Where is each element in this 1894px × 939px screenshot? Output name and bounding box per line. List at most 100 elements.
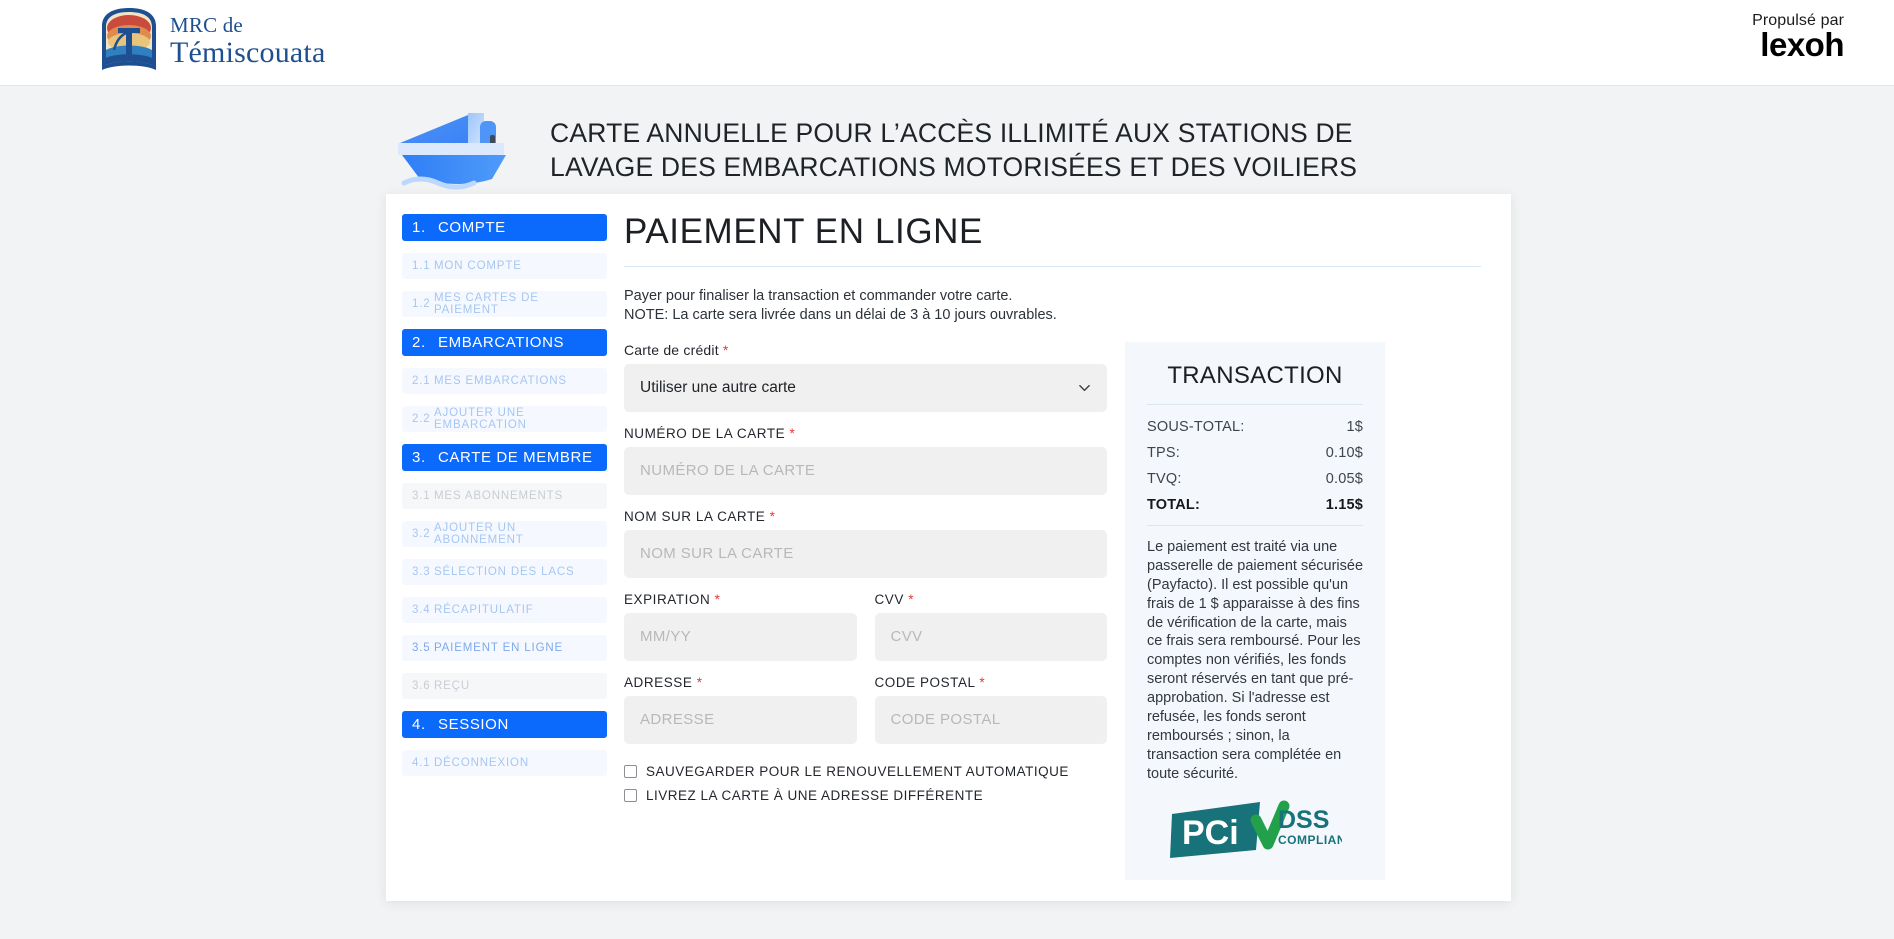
card-name-placeholder: NOM SUR LA CARTE bbox=[640, 545, 794, 563]
postal-code-label: CODE POSTAL * bbox=[875, 675, 1108, 690]
expiration-label-text: EXPIRATION bbox=[624, 591, 711, 607]
cvv-input[interactable]: CVV bbox=[874, 612, 1107, 661]
transaction-divider bbox=[1147, 403, 1363, 405]
sidebar-item-mon-compte[interactable]: 1.1 MON COMPTE bbox=[402, 253, 607, 279]
address-label-text: ADRESSE bbox=[624, 674, 693, 690]
brand-line-2: Témiscouata bbox=[170, 35, 326, 69]
mrc-logo[interactable]: MRC de Témiscouata bbox=[98, 6, 325, 76]
intro-text: Payer pour finaliser la transaction et c… bbox=[624, 287, 1481, 326]
sidebar-item-label: MES ABONNEMENTS bbox=[434, 490, 564, 502]
card-name-label: NOM SUR LA CARTE * bbox=[624, 509, 1107, 524]
sidebar-item-recapitulatif[interactable]: 3.4 RÉCAPITULATIF bbox=[402, 597, 607, 623]
sidebar-item-embarcations[interactable]: 2. EMBARCATIONS bbox=[402, 329, 607, 356]
credit-card-selected-value: Utiliser une autre carte bbox=[640, 378, 796, 396]
banner-title: CARTE ANNUELLE POUR L’ACCÈS ILLIMITÉ AUX… bbox=[550, 118, 1358, 182]
address-placeholder: ADRESSE bbox=[640, 711, 715, 729]
expiration-input[interactable]: MM/YY bbox=[624, 612, 857, 661]
transaction-row-label: SOUS-TOTAL: bbox=[1147, 418, 1245, 435]
sidebar-item-number: 2. bbox=[412, 334, 426, 351]
pci-dss-badge: PCi DSS COMPLIANT bbox=[1147, 800, 1363, 862]
transaction-column: TRANSACTION SOUS-TOTAL: 1$ TPS: 0.10$ TV… bbox=[1125, 341, 1385, 881]
svg-text:PCi: PCi bbox=[1182, 814, 1239, 852]
autorenew-checkbox[interactable] bbox=[624, 764, 637, 778]
sidebar-item-ajouter-un-abonnement[interactable]: 3.2 AJOUTER UN ABONNEMENT bbox=[402, 521, 607, 547]
transaction-row-label: TPS: bbox=[1147, 444, 1181, 461]
sidebar-item-label: MON COMPTE bbox=[434, 260, 522, 272]
mrc-crest-icon bbox=[102, 8, 156, 70]
different-address-checkbox[interactable] bbox=[624, 788, 637, 802]
postal-code-label-text: CODE POSTAL bbox=[874, 674, 976, 690]
card-number-label: NUMÉRO DE LA CARTE * bbox=[624, 426, 1107, 441]
sidebar-item-label: DÉCONNEXION bbox=[434, 757, 529, 769]
banner: CARTE ANNUELLE POUR L’ACCÈS ILLIMITÉ AUX… bbox=[0, 86, 1894, 194]
transaction-row-tvq: TVQ: 0.05$ bbox=[1147, 471, 1363, 487]
sidebar-item-deconnexion[interactable]: 4.1 DÉCONNEXION bbox=[402, 750, 607, 776]
sidebar-item-label: SÉLECTION DES LACS bbox=[434, 566, 575, 578]
sidebar-item-number: 1.1 bbox=[412, 260, 431, 272]
sidebar-item-selection-des-lacs[interactable]: 3.3 SÉLECTION DES LACS bbox=[402, 559, 607, 585]
title-divider bbox=[624, 266, 1481, 267]
brand-line-1: MRC de bbox=[170, 12, 243, 37]
required-marker: * bbox=[714, 591, 721, 607]
credit-card-label-text: Carte de crédit bbox=[624, 341, 719, 358]
sidebar-item-paiement-en-ligne[interactable]: 3.5 PAIEMENT EN LIGNE bbox=[402, 635, 607, 661]
transaction-row-subtotal: SOUS-TOTAL: 1$ bbox=[1147, 419, 1363, 435]
sidebar-item-number: 3.3 bbox=[412, 566, 431, 578]
transaction-row-total: TOTAL: 1.15$ bbox=[1147, 497, 1363, 513]
sidebar-item-recu[interactable]: 3.6 REÇU bbox=[402, 673, 607, 699]
card-number-placeholder: NUMÉRO DE LA CARTE bbox=[640, 462, 816, 480]
transaction-row-value: 0.10$ bbox=[1325, 444, 1363, 461]
required-marker: * bbox=[979, 674, 986, 690]
sidebar-nav: 1. COMPTE 1.1 MON COMPTE 1.2 MES CARTES … bbox=[386, 194, 608, 901]
sidebar-item-ajouter-une-embarcation[interactable]: 2.2 AJOUTER UNE EMBARCATION bbox=[402, 406, 607, 432]
top-bar: MRC de Témiscouata Propulsé par lexoh bbox=[0, 0, 1894, 86]
powered-by: Propulsé par lexoh bbox=[1752, 12, 1844, 64]
lexoh-logo: lexoh bbox=[1760, 26, 1844, 63]
intro-line-2: NOTE: La carte sera livrée dans un délai… bbox=[624, 307, 1057, 324]
sidebar-item-carte-de-membre[interactable]: 3. CARTE DE MEMBRE bbox=[402, 444, 607, 471]
expiration-placeholder: MM/YY bbox=[640, 628, 692, 646]
address-input[interactable]: ADRESSE bbox=[624, 695, 857, 744]
sidebar-item-mes-cartes-de-paiement[interactable]: 1.2 MES CARTES DE PAIEMENT bbox=[402, 291, 607, 317]
sidebar-item-label: REÇU bbox=[434, 680, 470, 692]
transaction-total-value: 1.15$ bbox=[1325, 496, 1363, 513]
boat-icon bbox=[398, 109, 526, 193]
sidebar-item-mes-abonnements[interactable]: 3.1 MES ABONNEMENTS bbox=[402, 483, 607, 509]
sidebar-item-label: AJOUTER UN ABONNEMENT bbox=[434, 522, 524, 546]
card-number-label-text: NUMÉRO DE LA CARTE bbox=[624, 425, 786, 441]
sidebar-item-number: 1. bbox=[412, 219, 426, 236]
intro-line-1: Payer pour finaliser la transaction et c… bbox=[624, 288, 1013, 304]
sidebar-item-session[interactable]: 4. SESSION bbox=[402, 711, 607, 738]
postal-code-placeholder: CODE POSTAL bbox=[890, 711, 1001, 729]
required-marker: * bbox=[908, 591, 915, 607]
different-address-checkbox-label: LIVREZ LA CARTE À UNE ADRESSE DIFFÉRENTE bbox=[646, 787, 984, 803]
pci-dss-compliant-icon: PCi DSS COMPLIANT bbox=[1170, 800, 1342, 859]
required-marker: * bbox=[789, 425, 796, 441]
expiration-label: EXPIRATION * bbox=[624, 592, 857, 607]
svg-text:DSS: DSS bbox=[1278, 806, 1329, 834]
transaction-heading: TRANSACTION bbox=[1167, 361, 1343, 389]
card-name-label-text: NOM SUR LA CARTE bbox=[624, 508, 766, 524]
postal-code-input[interactable]: CODE POSTAL bbox=[874, 695, 1107, 744]
sidebar-item-compte[interactable]: 1. COMPTE bbox=[402, 214, 607, 241]
autorenew-checkbox-row[interactable]: SAUVEGARDER POUR LE RENOUVELLEMENT AUTOM… bbox=[624, 764, 1107, 779]
chevron-down-icon bbox=[1079, 384, 1090, 391]
different-address-checkbox-row[interactable]: LIVREZ LA CARTE À UNE ADRESSE DIFFÉRENTE bbox=[624, 788, 1107, 803]
card-number-input[interactable]: NUMÉRO DE LA CARTE bbox=[624, 446, 1107, 495]
required-marker: * bbox=[696, 674, 703, 690]
sidebar-item-number: 3. bbox=[412, 449, 426, 466]
credit-card-select[interactable]: Utiliser une autre carte bbox=[624, 363, 1107, 412]
transaction-row-label: TVQ: bbox=[1147, 470, 1182, 487]
card-name-input[interactable]: NOM SUR LA CARTE bbox=[624, 529, 1107, 578]
transaction-row-tps: TPS: 0.10$ bbox=[1147, 445, 1363, 461]
sidebar-item-number: 3.1 bbox=[412, 490, 431, 502]
sidebar-item-label: PAIEMENT EN LIGNE bbox=[434, 642, 564, 654]
sidebar-item-number: 4.1 bbox=[412, 757, 431, 769]
sidebar-item-number: 4. bbox=[412, 716, 426, 733]
transaction-panel: TRANSACTION SOUS-TOTAL: 1$ TPS: 0.10$ TV… bbox=[1125, 341, 1385, 881]
sidebar-item-mes-embarcations[interactable]: 2.1 MES EMBARCATIONS bbox=[402, 368, 607, 394]
transaction-row-value: 1$ bbox=[1346, 418, 1363, 435]
payment-form: Carte de crédit * Utiliser une autre car… bbox=[624, 342, 1107, 881]
transaction-row-value: 0.05$ bbox=[1325, 470, 1363, 487]
sidebar-item-number: 3.2 bbox=[412, 528, 431, 540]
